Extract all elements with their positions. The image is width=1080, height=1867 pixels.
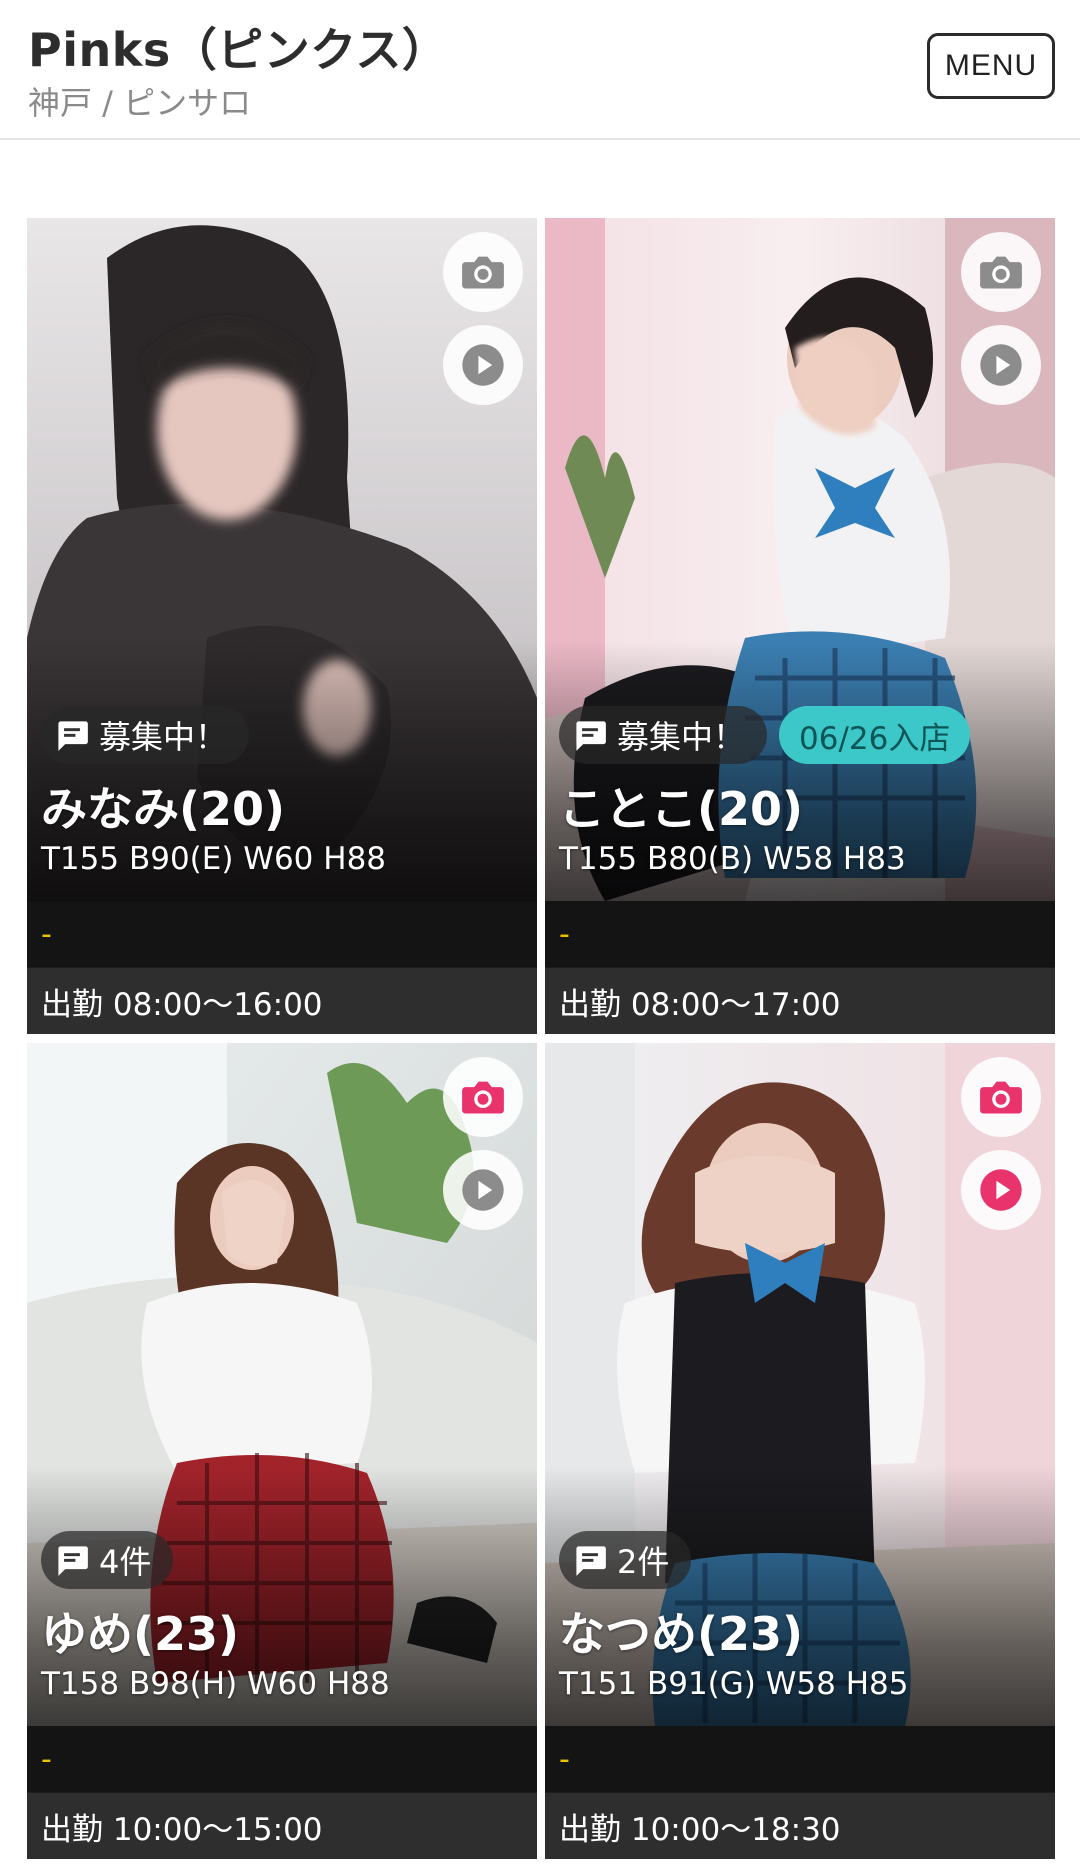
site-header: Pinks（ピンクス） 神戸 / ピンサロ MENU [0, 0, 1080, 140]
badge-row: 募集中！ [41, 705, 250, 765]
girl-name[interactable]: なつめ(23) [559, 1598, 803, 1664]
shift-time: 出勤 08:00〜17:00 [545, 968, 1055, 1034]
recruiting-badge: 募集中！ [559, 706, 768, 764]
comment-row: - [545, 901, 1055, 967]
message-count-badge: 4件 [41, 1531, 174, 1589]
girl-measurements: T151 B91(G) W58 H85 [559, 1666, 909, 1702]
girl-measurements: T158 B98(H) W60 H88 [41, 1666, 390, 1702]
girl-measurements: T155 B80(B) W58 H83 [559, 841, 906, 877]
comment-row: - [27, 1726, 537, 1792]
new-face-badge: 06/26入店 [779, 706, 971, 764]
shift-time: 出勤 08:00〜16:00 [27, 968, 537, 1034]
badge-label: 2件 [617, 1543, 670, 1581]
badge-label: 4件 [99, 1543, 152, 1581]
play-icon[interactable] [443, 1150, 523, 1230]
play-icon[interactable] [443, 325, 523, 405]
camera-icon[interactable] [443, 1057, 523, 1137]
shop-name[interactable]: Pinks（ピンクス） [28, 14, 448, 80]
message-icon [55, 1543, 89, 1577]
badge-row: 2件 [559, 1530, 692, 1590]
menu-button[interactable]: MENU [927, 33, 1055, 99]
badge-row: 募集中！ 06/26入店 [559, 705, 971, 765]
badge-row: 4件 [41, 1530, 174, 1590]
shift-time: 出勤 10:00〜15:00 [27, 1793, 537, 1859]
recruiting-badge: 募集中！ [41, 706, 250, 764]
shift-time: 出勤 10:00〜18:30 [545, 1793, 1055, 1859]
camera-icon[interactable] [961, 232, 1041, 312]
play-icon[interactable] [961, 1150, 1041, 1230]
badge-label: 募集中！ [99, 718, 228, 756]
message-icon [573, 718, 607, 752]
girl-name[interactable]: ゆめ(23) [41, 1598, 239, 1664]
camera-icon[interactable] [443, 232, 523, 312]
girl-card[interactable]: 募集中！ 06/26入店 ことこ(20) T155 B80(B) W58 H83… [545, 218, 1055, 1034]
shop-area-category: 神戸 / ピンサロ [28, 84, 252, 122]
comment-row: - [27, 901, 537, 967]
camera-icon[interactable] [961, 1057, 1041, 1137]
comment-row: - [545, 1726, 1055, 1792]
girl-name[interactable]: みなみ(20) [41, 773, 285, 839]
badge-label: 募集中！ [617, 718, 746, 756]
girl-measurements: T155 B90(E) W60 H88 [41, 841, 387, 877]
message-count-badge: 2件 [559, 1531, 692, 1589]
girl-card[interactable]: 2件 なつめ(23) T151 B91(G) W58 H85 - 出勤 10:0… [545, 1043, 1055, 1859]
message-icon [55, 718, 89, 752]
girl-card[interactable]: 募集中！ みなみ(20) T155 B90(E) W60 H88 - 出勤 08… [27, 218, 537, 1034]
message-icon [573, 1543, 607, 1577]
girl-card[interactable]: 4件 ゆめ(23) T158 B98(H) W60 H88 - 出勤 10:00… [27, 1043, 537, 1859]
girl-name[interactable]: ことこ(20) [559, 773, 803, 839]
play-icon[interactable] [961, 325, 1041, 405]
